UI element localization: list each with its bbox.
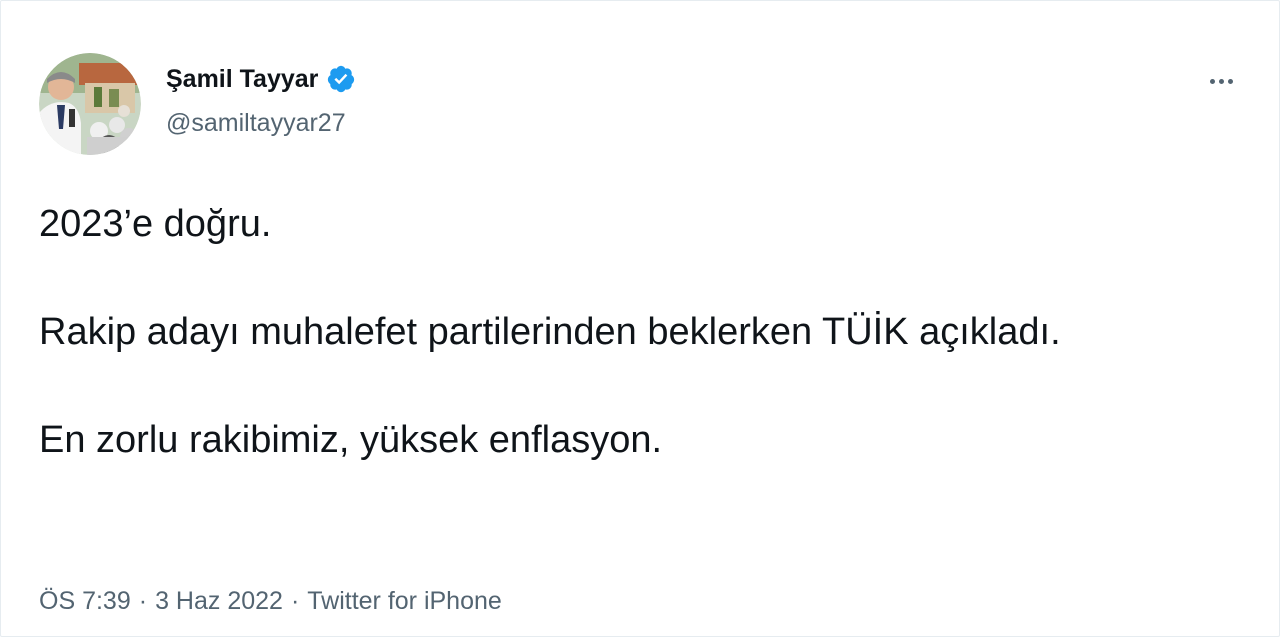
avatar-photo-icon	[39, 53, 141, 155]
tweet-source-link[interactable]: Twitter for iPhone	[307, 587, 502, 615]
tweet-time-link[interactable]: ÖS 7:39	[39, 587, 131, 615]
more-dots-icon	[1227, 78, 1233, 84]
author-display-name[interactable]: Şamil Tayyar	[166, 63, 318, 95]
author-avatar[interactable]	[39, 53, 141, 155]
tweet-paragraph: En zorlu rakibimiz, yüksek enflasyon.	[39, 419, 663, 461]
more-dots-icon	[1218, 78, 1224, 84]
tweet-paragraph: 2023’e doğru.	[39, 203, 272, 245]
author-handle[interactable]: @samiltayyar27	[166, 107, 346, 139]
verified-badge-icon	[326, 64, 356, 94]
more-dots-icon	[1209, 78, 1215, 84]
meta-separator: ·	[138, 587, 148, 615]
meta-separator: ·	[290, 587, 300, 615]
tweet-text: 2023’e doğru. Rakip adayı muhalefet part…	[39, 197, 1199, 467]
tweet-card: Şamil Tayyar @samiltayyar27 2023’e doğru…	[0, 0, 1280, 637]
author-name-row: Şamil Tayyar	[166, 63, 356, 95]
tweet-metadata: ÖS 7:39 · 3 Haz 2022 · Twitter for iPhone	[39, 584, 502, 618]
tweet-paragraph: Rakip adayı muhalefet partilerinden bekl…	[39, 311, 1061, 353]
tweet-date-link[interactable]: 3 Haz 2022	[155, 587, 283, 615]
more-options-button[interactable]	[1199, 63, 1243, 99]
